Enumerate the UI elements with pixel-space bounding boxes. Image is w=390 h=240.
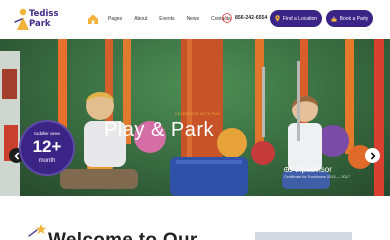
tripadvisor-certificate: Certificate for Excellence 2013 — 2017 xyxy=(284,175,350,179)
hero-title: Play & Park xyxy=(104,119,214,141)
logo-line-2: Park xyxy=(29,18,51,29)
nav-item-pages[interactable]: Pages xyxy=(108,16,122,22)
phone-text: 856-242-6554 xyxy=(235,15,268,21)
find-location-button[interactable]: Find a Location xyxy=(270,10,322,27)
welcome-image xyxy=(255,232,352,240)
toddler-area-badge: toddler area 12+ month xyxy=(19,120,75,176)
hero-kicker: CELEBRATE WITH FUN xyxy=(175,112,221,116)
slider-next-button[interactable] xyxy=(365,148,380,163)
nav-item-news[interactable]: News xyxy=(187,16,200,22)
book-party-label: Book a Party xyxy=(339,15,369,22)
nav-item-events[interactable]: Events xyxy=(159,16,174,22)
main-nav: Pages About Events News Contacts xyxy=(86,12,243,26)
tripadvisor-award: tripadvisor Certificate for Excellence 2… xyxy=(284,165,350,179)
chevron-right-icon xyxy=(370,151,376,160)
badge-unit: month xyxy=(38,158,56,164)
tripadvisor-name: tripadvisor xyxy=(295,165,332,174)
home-icon[interactable] xyxy=(86,13,100,25)
star-icon xyxy=(28,224,47,237)
site-header: Tediss Park Pages About Events News Cont… xyxy=(0,0,390,38)
owl-icon xyxy=(284,167,293,172)
logo[interactable]: Tediss Park xyxy=(14,8,60,32)
welcome-title: Welcome to Our xyxy=(48,230,198,240)
nav-item-about[interactable]: About xyxy=(134,16,147,22)
badge-number: 12+ xyxy=(32,137,62,156)
welcome-section: Welcome to Our xyxy=(0,196,390,240)
book-party-button[interactable]: Book a Party xyxy=(326,10,373,27)
phone-number[interactable]: 856-242-6554 xyxy=(222,13,267,23)
cake-icon xyxy=(331,16,337,22)
find-location-label: Find a Location xyxy=(282,15,318,22)
phone-icon xyxy=(222,13,232,23)
location-pin-icon xyxy=(275,15,280,22)
logo-text: Tediss Park xyxy=(29,9,59,29)
